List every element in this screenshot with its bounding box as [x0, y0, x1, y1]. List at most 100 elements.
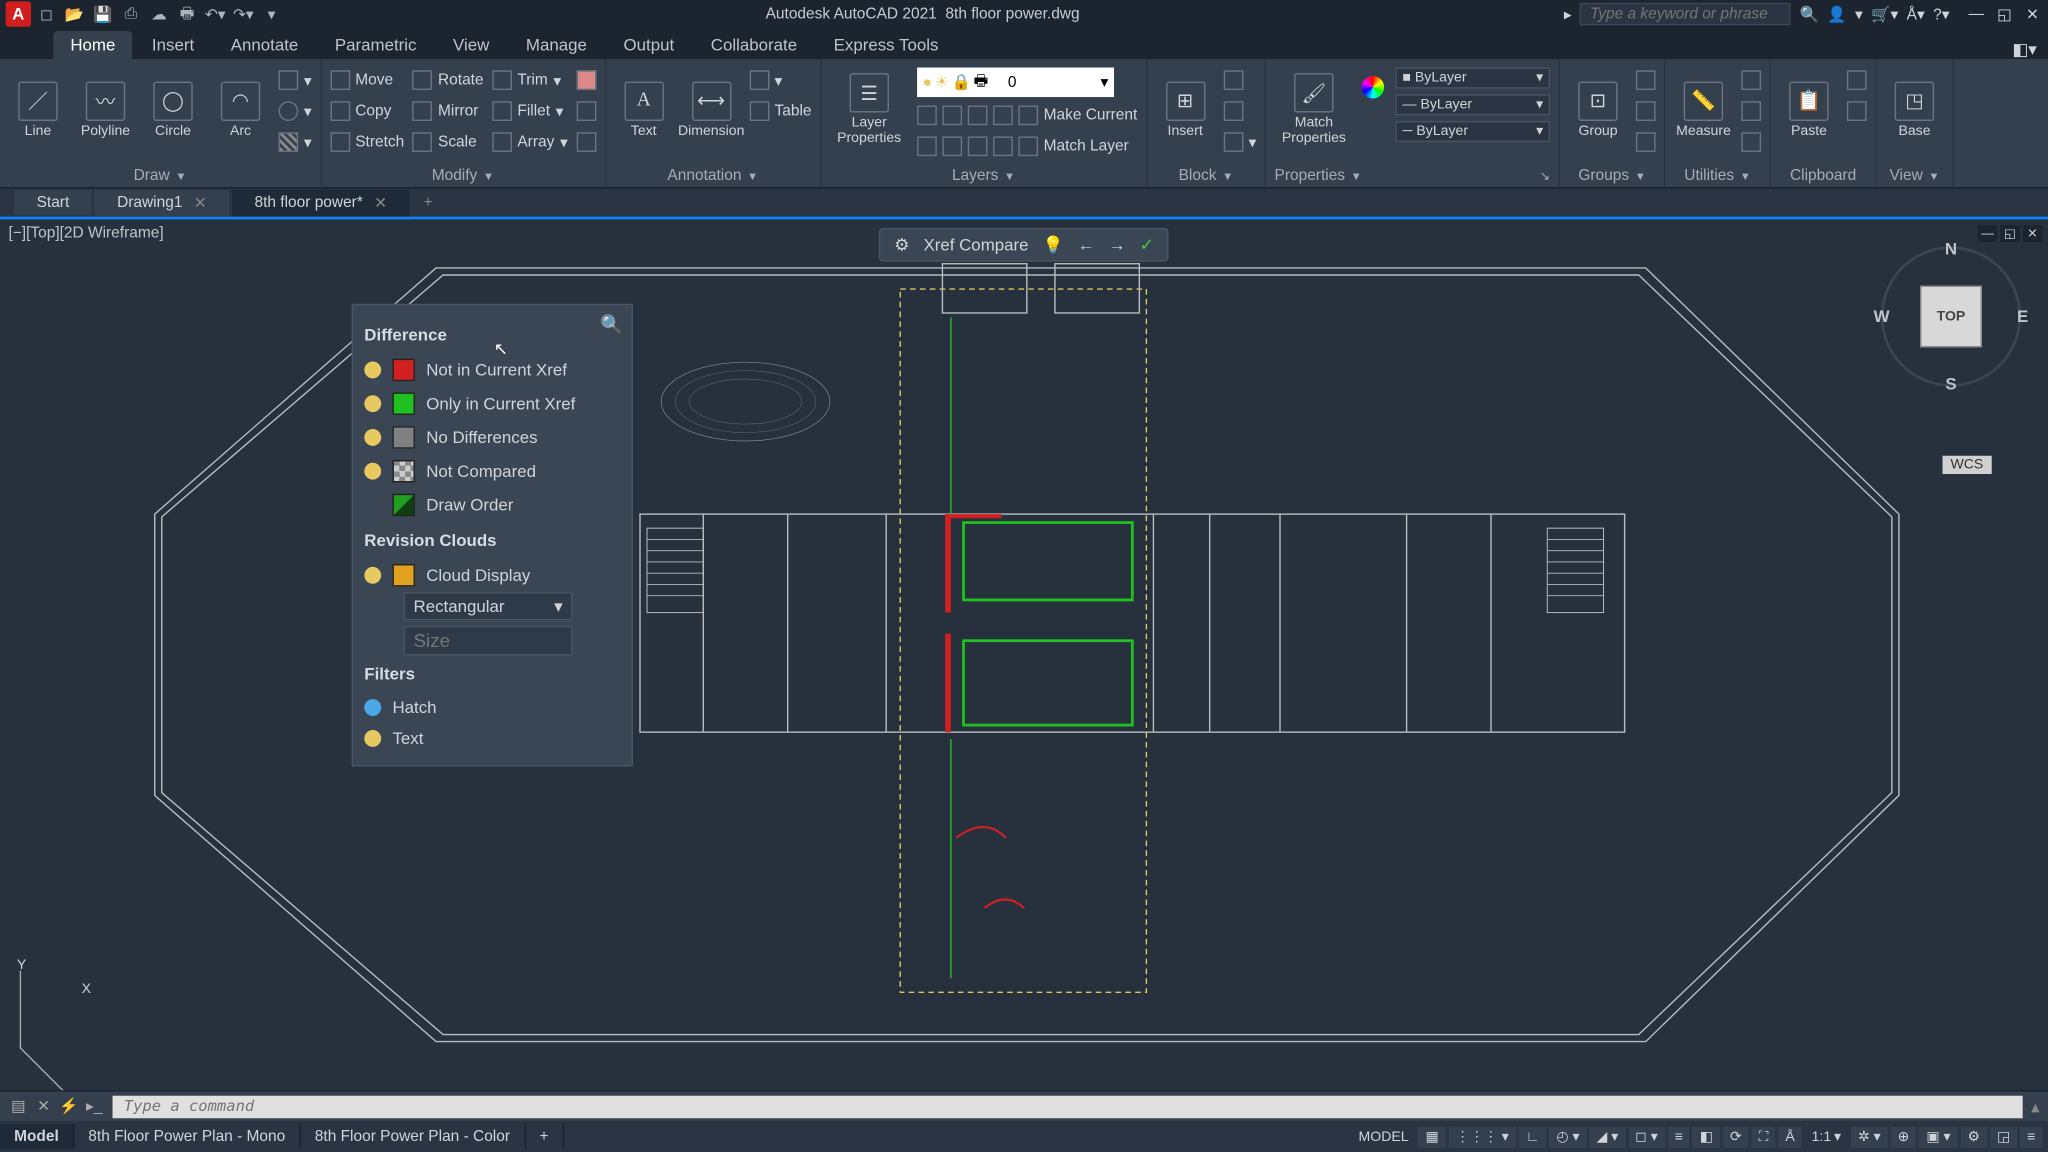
linetype-combo[interactable]: ─ ByLayer▾ — [1395, 121, 1550, 142]
tab-collaborate[interactable]: Collaborate — [694, 31, 814, 59]
a360-icon[interactable]: Å▾ — [1907, 5, 1925, 23]
bulb-icon[interactable] — [364, 361, 381, 378]
ribbon-min-icon[interactable]: ◧▾ — [2001, 39, 2048, 59]
tool-arc[interactable]: ◠Arc — [211, 68, 270, 152]
transparency-icon[interactable]: ◧ — [1693, 1126, 1720, 1147]
cloud-size-input[interactable] — [404, 626, 573, 656]
file-tab-drawing1[interactable]: Drawing1✕ — [95, 189, 230, 216]
search-input[interactable] — [1580, 3, 1791, 26]
account-icon[interactable]: 👤 — [1827, 5, 1846, 23]
panel-label-view[interactable]: View ▼ — [1885, 165, 1944, 188]
panel-label-annotation[interactable]: Annotation ▼ — [614, 165, 811, 188]
filter-text[interactable]: Text — [364, 723, 620, 754]
lineweight-icon[interactable]: ≡ — [1668, 1126, 1690, 1147]
panel-label-modify[interactable]: Modify ▼ — [330, 165, 596, 188]
tool-rect[interactable]: ▾ — [279, 68, 312, 93]
cloud-shape-select[interactable]: Rectangular▾ — [404, 592, 573, 620]
bulb-icon[interactable] — [364, 463, 381, 480]
layout-tab-mono[interactable]: 8th Floor Power Plan - Mono — [74, 1124, 300, 1149]
cleanscreen-icon[interactable]: ◲ — [1990, 1126, 2017, 1147]
tool-match-layer[interactable]: Match Layer — [1018, 134, 1128, 159]
bulb-icon[interactable] — [364, 699, 381, 716]
swatch-gray[interactable] — [392, 426, 415, 449]
maximize-icon[interactable]: ◱ — [1995, 4, 2015, 24]
bulb-icon[interactable] — [364, 567, 381, 584]
help-icon[interactable]: ?▾ — [1933, 5, 1949, 23]
filter-hatch[interactable]: Hatch — [364, 692, 620, 723]
swatch-red[interactable] — [392, 359, 415, 382]
open-icon[interactable]: 📂 — [65, 4, 85, 24]
drawing-viewport[interactable]: [−][Top][2D Wireframe] — ◱ ✕ ⚙ Xref Comp… — [0, 219, 2048, 1090]
cmd-close-icon[interactable]: ✕ — [34, 1096, 54, 1116]
tool-rotate[interactable]: Rotate — [413, 68, 484, 93]
layout-tab-model[interactable]: Model — [0, 1124, 74, 1149]
diff-not-compared[interactable]: Not Compared — [364, 454, 620, 488]
tool-calc[interactable] — [1742, 98, 1762, 123]
diff-no-differences[interactable]: No Differences — [364, 421, 620, 455]
new-icon[interactable]: ◻ — [37, 4, 57, 24]
tool-layer-icons-2[interactable] — [917, 134, 1013, 159]
undo-icon[interactable]: ↶▾ — [205, 4, 225, 24]
ucs-icon[interactable]: YX — [20, 964, 104, 1048]
tool-scale[interactable]: Scale — [413, 129, 484, 154]
swatch-checker[interactable] — [392, 460, 415, 483]
tool-array[interactable]: Array ▾ — [492, 129, 568, 154]
tool-move[interactable]: Move — [330, 68, 404, 93]
tool-select[interactable] — [1742, 68, 1762, 93]
panel-label-block[interactable]: Block ▼ — [1156, 165, 1257, 188]
tool-leader[interactable]: ▾ — [749, 68, 811, 93]
tool-trim[interactable]: Trim ▾ — [492, 68, 568, 93]
tool-paste[interactable]: 📋Paste — [1779, 68, 1838, 152]
swatch-orange[interactable] — [392, 564, 415, 587]
tool-mirror[interactable]: Mirror — [413, 98, 484, 123]
tool-point[interactable] — [1742, 129, 1762, 154]
web-icon[interactable]: ☁ — [149, 4, 169, 24]
diff-not-in-current[interactable]: Not in Current Xref — [364, 353, 620, 387]
tab-annotate[interactable]: Annotate — [214, 31, 315, 59]
tool-layer-icons-1[interactable] — [917, 103, 1013, 128]
tool-table[interactable]: Table — [749, 98, 811, 123]
annoscale-icon[interactable]: ⛶ — [1752, 1126, 1776, 1147]
tool-make-current[interactable]: Make Current — [1018, 103, 1137, 128]
customize-icon[interactable]: ≡ — [2020, 1126, 2042, 1147]
tool-edit-block[interactable] — [1223, 98, 1256, 123]
swatch-green[interactable] — [392, 392, 415, 415]
tool-create-block[interactable] — [1223, 68, 1256, 93]
cart-icon[interactable]: 🛒▾ — [1871, 5, 1898, 23]
tool-measure[interactable]: 📏Measure — [1674, 68, 1733, 152]
tool-match-properties[interactable]: 🖌Match Properties — [1275, 68, 1354, 152]
saveas-icon[interactable]: ⎙ — [121, 4, 141, 24]
search-icon[interactable]: 🔍 — [1800, 5, 1819, 23]
tool-text[interactable]: AText — [614, 68, 673, 152]
tool-line[interactable]: ／Line — [8, 68, 67, 152]
modelspace-button[interactable]: MODEL — [1352, 1126, 1416, 1147]
tool-fillet[interactable]: Fillet ▾ — [492, 98, 568, 123]
osnap-icon[interactable]: ◻ ▾ — [1628, 1126, 1665, 1147]
redo-icon[interactable]: ↷▾ — [233, 4, 253, 24]
isolate-icon[interactable]: ▣ ▾ — [1919, 1126, 1957, 1147]
color-wheel-icon[interactable] — [1362, 76, 1385, 99]
panel-label-draw[interactable]: Draw ▼ — [8, 165, 311, 188]
cmd-up-icon[interactable]: ▴ — [2023, 1096, 2048, 1116]
tool-group-edit[interactable] — [1636, 98, 1656, 123]
hardware-icon[interactable]: ⚙ — [1960, 1126, 1987, 1147]
pan-icon[interactable]: 🔍 — [600, 314, 623, 337]
tool-base-view[interactable]: ◳Base — [1885, 68, 1944, 152]
snap-icon[interactable]: ⋮⋮⋮ ▾ — [1449, 1126, 1516, 1147]
tool-edit-attr[interactable]: ▾ — [1223, 129, 1256, 154]
minimize-icon[interactable]: — — [1966, 4, 1986, 24]
tool-ungroup[interactable] — [1636, 68, 1656, 93]
tool-copy-clip[interactable] — [1847, 98, 1867, 123]
tab-expresstools[interactable]: Express Tools — [817, 31, 956, 59]
tab-output[interactable]: Output — [607, 31, 691, 59]
add-tab-icon[interactable]: + — [412, 190, 444, 215]
cloud-display-row[interactable]: Cloud Display — [364, 558, 620, 592]
tool-layer-properties[interactable]: ☰Layer Properties — [830, 68, 909, 152]
tool-group-bbox[interactable] — [1636, 129, 1656, 154]
cycling-icon[interactable]: ⟳ — [1723, 1126, 1749, 1147]
plot-icon[interactable]: 🖶 — [177, 4, 197, 24]
tab-parametric[interactable]: Parametric — [318, 31, 433, 59]
tool-dimension[interactable]: ⟷Dimension — [682, 68, 741, 152]
bulb-icon[interactable] — [364, 395, 381, 412]
tool-cut[interactable] — [1847, 68, 1867, 93]
